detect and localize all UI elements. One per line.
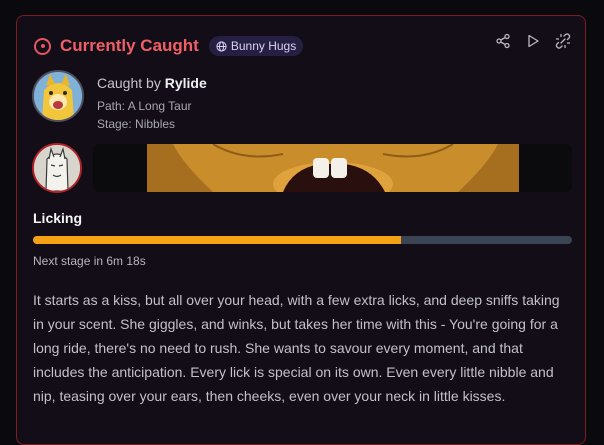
caught-by-line: Caught by Rylide: [97, 75, 207, 91]
unlink-icon: [555, 33, 571, 49]
pack-badge[interactable]: Bunny Hugs: [208, 36, 304, 56]
predator-portrait-image: [34, 72, 82, 120]
release-button[interactable]: [553, 31, 573, 51]
globe-icon: [216, 40, 227, 52]
next-stage-timer: Next stage in 6m 18s: [33, 254, 146, 268]
predator-avatar[interactable]: [32, 70, 84, 122]
play-icon: [528, 34, 539, 48]
card-header: Currently Caught Bunny Hugs: [34, 35, 304, 57]
pack-badge-label: Bunny Hugs: [230, 39, 297, 53]
stage-description: It starts as a kiss, but all over your h…: [33, 292, 560, 404]
prey-avatar[interactable]: [32, 143, 82, 193]
caught-by-prefix: Caught by: [97, 75, 161, 91]
caught-info: Caught by Rylide Path: A Long Taur Stage…: [97, 75, 207, 133]
share-icon: [496, 33, 510, 49]
card-title: Currently Caught: [60, 36, 199, 55]
path-label: Path: A Long Taur: [97, 99, 192, 113]
stage-banner-image: [93, 144, 572, 192]
caught-card: Currently Caught Bunny Hugs Caught by Ry…: [16, 15, 586, 445]
stage-progress-fill: [33, 236, 402, 244]
current-stage-name: Licking: [33, 210, 83, 226]
stage-progress-bar: [33, 236, 572, 244]
stage-artwork: [93, 144, 572, 192]
card-toolbar: [493, 31, 573, 51]
predator-name[interactable]: Rylide: [165, 75, 207, 91]
status-target-icon: [34, 37, 51, 55]
share-button[interactable]: [493, 31, 513, 51]
stage-label: Stage: Nibbles: [97, 117, 176, 131]
play-button[interactable]: [523, 31, 543, 51]
prey-portrait-image: [34, 145, 80, 191]
